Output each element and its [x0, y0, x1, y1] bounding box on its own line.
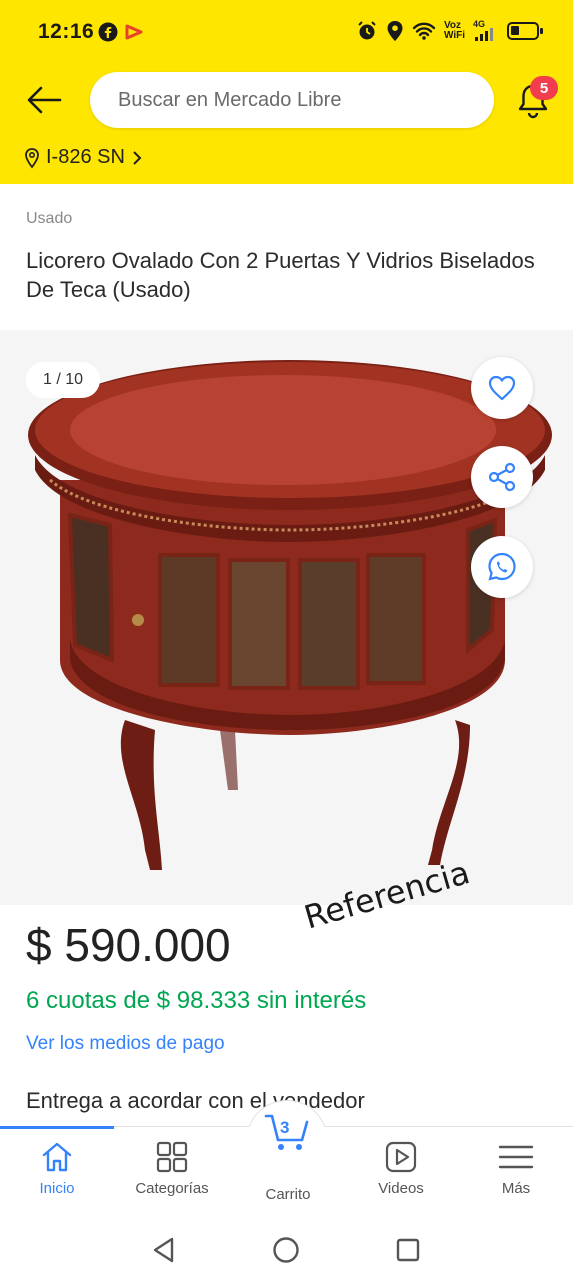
tab-label: Categorías: [135, 1180, 209, 1197]
location-pin-icon: [25, 147, 39, 168]
voz-wifi-label: Voz WiFi: [444, 21, 465, 41]
share-icon: [488, 462, 516, 492]
share-button[interactable]: [471, 446, 533, 508]
notification-badge: 5: [530, 76, 558, 100]
play-icon: [385, 1141, 417, 1173]
product-image: [28, 360, 552, 870]
nav-back-icon[interactable]: [150, 1236, 178, 1264]
whatsapp-icon: [488, 552, 516, 581]
search-input[interactable]: Buscar en Mercado Libre: [90, 72, 494, 128]
search-placeholder: Buscar en Mercado Libre: [118, 88, 342, 111]
tab-inicio[interactable]: Inicio: [7, 1140, 107, 1197]
home-icon: [42, 1142, 72, 1172]
youtube-icon: [125, 24, 143, 40]
tab-label: Carrito: [265, 1186, 311, 1203]
menu-icon: [498, 1145, 534, 1169]
tab-videos[interactable]: Videos: [351, 1140, 451, 1197]
payment-methods-link[interactable]: Ver los medios de pago: [26, 1033, 225, 1055]
heart-icon: [488, 375, 516, 401]
top-header: 12:16 Voz WiFi 4G Buscar en Mercado Libre…: [0, 0, 573, 184]
product-image-gallery[interactable]: [0, 330, 573, 905]
grid-icon: [156, 1141, 188, 1173]
nav-recents-icon[interactable]: [395, 1237, 421, 1263]
nav-home-icon[interactable]: [272, 1236, 300, 1264]
alarm-icon: [358, 21, 376, 40]
tab-mas[interactable]: Más: [466, 1140, 566, 1197]
tab-label: Más: [501, 1180, 531, 1197]
status-right-icons: Voz WiFi 4G: [356, 19, 543, 42]
installments-info: 6 cuotas de $ 98.333 sin interés: [26, 987, 367, 1014]
system-navigation-bar: [0, 1218, 573, 1280]
signal-icon: 4G: [473, 19, 499, 41]
chevron-right-icon: [133, 150, 142, 165]
whatsapp-share-button[interactable]: [471, 536, 533, 598]
favorite-button[interactable]: [471, 357, 533, 419]
battery-icon: [507, 22, 543, 40]
product-title: Licorero Ovalado Con 2 Puertas Y Vidrios…: [26, 248, 535, 302]
location-status-icon: [387, 21, 403, 41]
tab-label: Inicio: [39, 1180, 75, 1197]
tab-categorias[interactable]: Categorías: [122, 1140, 222, 1197]
status-time: 12:16: [38, 20, 95, 43]
shipping-location[interactable]: I-826 SN: [24, 146, 143, 169]
back-button[interactable]: [22, 80, 66, 120]
tab-label: Videos: [378, 1180, 424, 1197]
active-tab-indicator: [0, 1126, 114, 1129]
image-counter: 1 / 10: [26, 362, 100, 398]
wifi-icon: [412, 22, 436, 40]
arrow-left-icon: [27, 86, 62, 114]
status-bar: 12:16 Voz WiFi 4G: [0, 0, 573, 62]
status-app-icons: [98, 22, 144, 42]
location-label: I-826 SN: [46, 146, 125, 168]
wifi-label: WiFi: [443, 30, 465, 41]
product-condition: Usado: [26, 210, 73, 227]
facebook-icon: [98, 22, 118, 42]
product-price: $ 590.000: [26, 919, 231, 971]
cart-count: 3: [280, 1118, 290, 1137]
